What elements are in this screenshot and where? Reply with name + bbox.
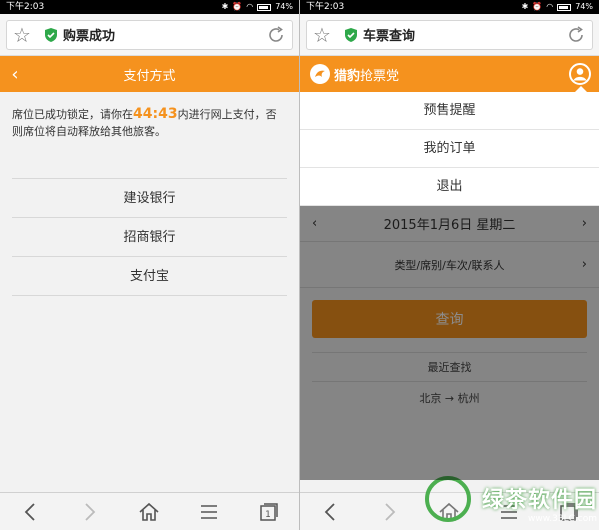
menu-caret	[575, 86, 587, 92]
reload-icon[interactable]	[566, 25, 586, 45]
secure-shield-icon	[345, 27, 357, 42]
alarm-icon: ⏰	[232, 2, 243, 11]
back-arrow-icon	[24, 502, 35, 521]
battery-percent: 74%	[275, 2, 293, 11]
forward-arrow-icon	[85, 502, 95, 521]
menu-nav-button[interactable]	[191, 497, 227, 527]
page-title: 车票查询	[363, 29, 416, 44]
selected-date: 2015年1月6日 星期二	[383, 218, 516, 233]
bluetooth-icon: ✱	[221, 2, 229, 11]
bookmark-star-icon[interactable]: ☆	[313, 25, 335, 45]
battery-percent: 74%	[575, 2, 593, 11]
lock-notice: 席位已成功锁定，请你在44:43内进行网上支付，否则席位将自动释放给其他旅客。	[0, 92, 299, 140]
bookmark-star-icon[interactable]: ☆	[13, 25, 35, 45]
status-bar: 下午2:03 ✱ ⏰ ◠ 74%	[0, 0, 299, 14]
bluetooth-icon: ✱	[521, 2, 529, 11]
back-nav-button[interactable]	[312, 497, 348, 527]
payment-list: 建设银行 招商银行 支付宝	[12, 178, 287, 296]
back-nav-button[interactable]	[12, 497, 48, 527]
watermark-text: 绿茶软件园	[481, 488, 597, 513]
watermark-logo	[425, 476, 471, 522]
address-field[interactable]: ☆ 购票成功	[6, 19, 293, 50]
menu-icon	[201, 504, 218, 519]
tabs-nav-button[interactable]: 1	[251, 497, 287, 527]
payment-option-ccb[interactable]: 建设银行	[12, 179, 287, 218]
prev-date-chevron-icon[interactable]: ‹	[312, 216, 317, 231]
filter-selector[interactable]: 类型/席别/车次/联系人 ›	[300, 242, 599, 288]
status-time: 下午2:03	[6, 2, 45, 12]
url-bar: ☆ 车票查询	[300, 14, 599, 56]
app-name: 猎豹抢票党	[334, 65, 399, 84]
recent-from: 北京	[419, 392, 442, 405]
payment-option-cmb[interactable]: 招商银行	[12, 218, 287, 257]
left-screen: 下午2:03 ✱ ⏰ ◠ 74% ☆ 购票成功 ‹ 支付方式 席位已成功锁定，请…	[0, 0, 299, 530]
browser-bottom-nav: 1	[0, 492, 299, 530]
menu-item-presale-reminder[interactable]: 预售提醒	[300, 92, 599, 130]
secure-shield-icon	[45, 27, 57, 42]
wifi-icon: ◠	[546, 2, 554, 11]
url-bar: ☆ 购票成功	[0, 14, 299, 56]
page-title: 购票成功	[63, 29, 116, 44]
right-screen: 下午2:03 ✱ ⏰ ◠ 74% ☆ 车票查询 猎豹抢票党 预售提醒 我的订单 …	[300, 0, 599, 530]
alarm-icon: ⏰	[532, 2, 543, 11]
cheetah-logo-icon	[310, 64, 330, 84]
recent-search-item[interactable]: 北京 → 杭州	[300, 382, 599, 416]
battery-icon	[557, 3, 572, 11]
watermark-url: www.33LC.com	[528, 514, 597, 524]
app-name-bold: 猎豹	[334, 68, 361, 84]
battery-icon	[257, 3, 272, 11]
recent-arrow: →	[444, 392, 455, 405]
tabs-icon: 1	[260, 502, 278, 521]
forward-nav-button[interactable]	[372, 497, 408, 527]
home-icon	[139, 502, 160, 521]
app-logo: 猎豹抢票党	[300, 64, 399, 84]
recent-searches-title: 最近查找	[312, 352, 587, 382]
filter-chevron-icon: ›	[581, 257, 587, 272]
user-avatar-icon[interactable]	[569, 63, 591, 85]
header-title: 支付方式	[123, 68, 176, 84]
countdown-timer: 44:43	[133, 106, 178, 122]
forward-arrow-icon	[385, 502, 395, 521]
status-time: 下午2:03	[306, 2, 345, 12]
menu-item-my-orders[interactable]: 我的订单	[300, 130, 599, 168]
wifi-icon: ◠	[246, 2, 254, 11]
app-name-rest: 抢票党	[360, 68, 400, 84]
date-selector[interactable]: ‹ 2015年1月6日 星期二 ›	[300, 206, 599, 242]
app-header: 猎豹抢票党	[300, 56, 599, 92]
forward-nav-button[interactable]	[72, 497, 108, 527]
recent-to: 杭州	[457, 392, 480, 405]
back-chevron-icon[interactable]: ‹	[0, 64, 30, 85]
payment-option-alipay[interactable]: 支付宝	[12, 257, 287, 296]
address-field[interactable]: ☆ 车票查询	[306, 19, 593, 50]
notice-before: 席位已成功锁定，请你在	[12, 108, 133, 121]
home-nav-button[interactable]	[131, 497, 167, 527]
filter-label: 类型/席别/车次/联系人	[394, 258, 505, 272]
next-date-chevron-icon[interactable]: ›	[582, 216, 587, 231]
reload-icon[interactable]	[266, 25, 286, 45]
site-watermark: 绿茶软件园 www.33LC.com	[482, 482, 597, 524]
account-dropdown-menu: 预售提醒 我的订单 退出	[300, 86, 599, 206]
page-header: ‹ 支付方式	[0, 56, 299, 92]
status-icons: ✱ ⏰ ◠ 74%	[522, 0, 593, 14]
tabs-count: 1	[265, 510, 271, 520]
search-button[interactable]: 查询	[312, 300, 587, 338]
status-icons: ✱ ⏰ ◠ 74%	[222, 0, 293, 14]
content-filler	[300, 416, 599, 480]
back-arrow-icon	[324, 502, 335, 521]
status-bar: 下午2:03 ✱ ⏰ ◠ 74%	[300, 0, 599, 14]
search-form: ‹ 2015年1月6日 星期二 › 类型/席别/车次/联系人 › 查询 最近查找…	[300, 206, 599, 480]
menu-item-logout[interactable]: 退出	[300, 168, 599, 206]
